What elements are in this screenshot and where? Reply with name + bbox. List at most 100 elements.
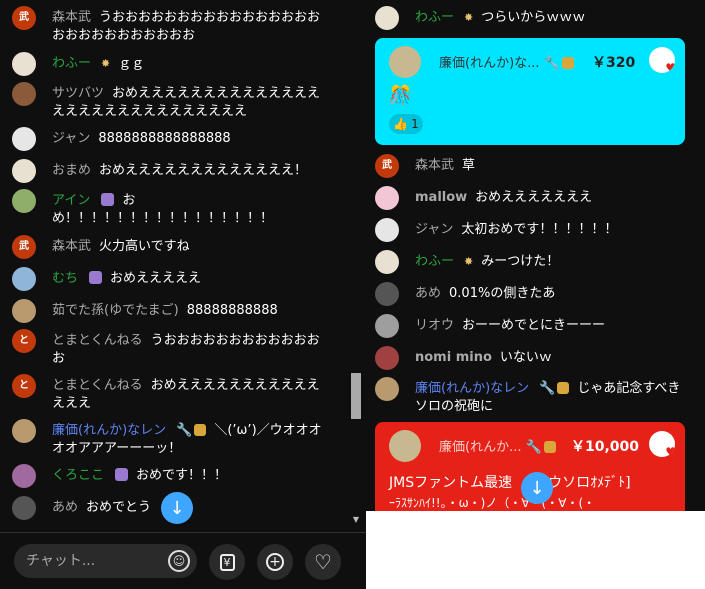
wrench-icon: 🔧 bbox=[539, 381, 556, 396]
chat-message: と とまとくんねる うおおおおおおおおおおおおお bbox=[12, 329, 324, 368]
message-text: いないｗ bbox=[499, 350, 552, 365]
like-button[interactable]: ♡ bbox=[305, 544, 341, 580]
member-badge-icon bbox=[557, 382, 570, 394]
author-name[interactable]: 茹でた孫(ゆでたまご) bbox=[52, 303, 179, 318]
author-name[interactable]: わふー bbox=[415, 254, 454, 269]
thumbs-up-icon: 👍 bbox=[393, 117, 409, 131]
author-name[interactable]: あめ bbox=[415, 286, 441, 301]
chat-message: 廉価(れんか)なレン 🔧 じゃあ記念すべきソロの祝砲に bbox=[375, 377, 690, 416]
star-badge-icon: ✸ bbox=[464, 255, 474, 268]
avatar bbox=[12, 82, 36, 106]
message-text: うおおおおおおおおおおおおおおおおおおおおおおおおおおお bbox=[52, 10, 321, 43]
chat-message: リオウ おーーめでとにきーーー bbox=[375, 314, 690, 338]
author-name[interactable]: むち bbox=[52, 271, 78, 286]
yen-icon: ¥ bbox=[219, 553, 235, 571]
avatar bbox=[375, 282, 399, 306]
avatar bbox=[12, 127, 36, 151]
superchat-card: 廉価(れんか)な... 🔧 ￥320 ♥ 🎊 👍 1 bbox=[375, 38, 685, 145]
member-badge-icon bbox=[115, 468, 129, 481]
message-text: おーーめでとにきーーー bbox=[462, 318, 606, 333]
avatar bbox=[389, 46, 421, 78]
member-badge-icon bbox=[194, 424, 207, 436]
chat-message: サツバツ おめえええええええええええええええええええええええええええええ bbox=[12, 82, 324, 121]
avatar bbox=[375, 314, 399, 338]
star-badge-icon: ✸ bbox=[464, 11, 474, 24]
chat-panel-left: 武 森本武 うおおおおおおおおおおおおおおおおおおおおおおおおおおお わふー ✸ ｇｇ… bbox=[0, 0, 366, 589]
message-text: 火力高いですね bbox=[99, 239, 190, 254]
heart-icon: ♡ bbox=[314, 550, 332, 574]
chat-message: アイン おめ！！！！！！！！！！！！！！！！ bbox=[12, 189, 324, 228]
author-name[interactable]: あめ bbox=[52, 500, 78, 515]
avatar bbox=[375, 377, 399, 401]
creator-heart-avatar: ♥ bbox=[649, 431, 675, 457]
emoji-button[interactable]: ☺ bbox=[168, 550, 190, 572]
avatar: と bbox=[12, 374, 36, 398]
author-name[interactable]: mallow bbox=[415, 190, 467, 205]
superchat-message: 🎊 bbox=[389, 85, 412, 106]
chat-message: わふー ✸ ｇｇ bbox=[12, 52, 324, 76]
superchat-like-count[interactable]: 👍 1 bbox=[389, 114, 423, 134]
scroll-to-bottom-button[interactable]: ↓ bbox=[521, 472, 553, 504]
message-text: おめえええええ bbox=[110, 271, 202, 286]
author-name[interactable]: くろここ bbox=[52, 468, 104, 483]
superchat-message-line2: ｰﾗｽｻﾝﾊｲ!!。・ω・)ノ（・∀・(・∀・(・ bbox=[389, 496, 596, 510]
add-button[interactable]: + bbox=[257, 544, 293, 580]
creator-heart-avatar: ♥ bbox=[649, 47, 675, 73]
member-badge-icon bbox=[543, 441, 556, 453]
message-text: ｇｇ bbox=[118, 56, 145, 71]
author-name[interactable]: ジャン bbox=[415, 222, 453, 237]
chat-panel-right: わふー ✸ つらいからｗｗｗ 廉価(れんか)な... 🔧 ￥320 ♥ 🎊 👍 1 武 … bbox=[366, 0, 705, 511]
author-name[interactable]: とまとくんねる bbox=[52, 378, 143, 393]
chat-message: くろここ おめです！！！ bbox=[12, 464, 324, 488]
author-name[interactable]: 森本武 bbox=[52, 10, 91, 25]
avatar bbox=[375, 6, 399, 30]
avatar: 武 bbox=[12, 6, 36, 30]
author-name[interactable]: サツバツ bbox=[52, 86, 104, 101]
wrench-icon: 🔧 bbox=[525, 440, 542, 455]
chat-message: nomi mino いないｗ bbox=[375, 346, 690, 370]
avatar bbox=[375, 218, 399, 242]
avatar: 武 bbox=[375, 154, 399, 178]
avatar bbox=[12, 464, 36, 488]
message-text: 太初おめです！！！！！！ bbox=[461, 222, 618, 237]
author-name[interactable]: わふー bbox=[52, 56, 91, 71]
chat-message: あめ 0.01%の側きたあ bbox=[375, 282, 690, 306]
avatar bbox=[12, 299, 36, 323]
chat-message: 武 森本武草 bbox=[375, 154, 690, 178]
scroll-down-arrow-icon[interactable]: ▼ bbox=[351, 515, 361, 525]
wrench-icon: 🔧 bbox=[543, 56, 560, 71]
super-chat-button[interactable]: ¥ bbox=[209, 544, 245, 580]
author-name[interactable]: 森本武 bbox=[415, 158, 454, 173]
author-name[interactable]: わふー bbox=[415, 10, 454, 25]
message-text: おめでとう bbox=[86, 500, 152, 515]
author-name[interactable]: リオウ bbox=[415, 318, 454, 333]
chat-message: mallow おめえええええええ bbox=[375, 186, 690, 210]
author-name[interactable]: 森本武 bbox=[52, 239, 91, 254]
chat-input-bar: ☺ ¥ + ♡ bbox=[0, 532, 366, 589]
author-name[interactable]: おまめ bbox=[52, 163, 91, 178]
avatar bbox=[375, 346, 399, 370]
heart-icon: ♥ bbox=[665, 61, 675, 73]
chat-message: ジャン 太初おめです！！！！！！ bbox=[375, 218, 690, 242]
avatar bbox=[12, 496, 36, 520]
author-name[interactable]: nomi mino bbox=[415, 350, 492, 365]
avatar: 武 bbox=[12, 235, 36, 259]
author-name[interactable]: 廉価(れんか)なレン bbox=[52, 423, 166, 438]
superchat-author[interactable]: 廉価(れんか)な... 🔧 bbox=[439, 52, 574, 71]
message-text: おめえええええええええええええ！ bbox=[99, 163, 308, 178]
message-text: 8888888888888888 bbox=[98, 131, 231, 146]
avatar: と bbox=[12, 329, 36, 353]
author-name[interactable]: ジャン bbox=[52, 131, 90, 146]
message-text: 0.01%の側きたあ bbox=[449, 286, 556, 301]
chat-message: 茹でた孫(ゆでたまご) 88888888888 bbox=[12, 299, 324, 323]
author-name[interactable]: アイン bbox=[52, 193, 90, 208]
superchat-author[interactable]: 廉価(れんか... 🔧 bbox=[439, 436, 556, 455]
chat-message: ジャン 8888888888888888 bbox=[12, 127, 324, 151]
scrollbar-thumb[interactable] bbox=[351, 373, 361, 419]
author-name[interactable]: とまとくんねる bbox=[52, 333, 143, 348]
avatar bbox=[12, 267, 36, 291]
scroll-to-bottom-button[interactable]: ↓ bbox=[161, 492, 193, 524]
message-text: みーつけた！ bbox=[481, 254, 560, 269]
message-text: おめです！！！ bbox=[136, 468, 228, 483]
author-name[interactable]: 廉価(れんか)なレン bbox=[415, 381, 529, 396]
